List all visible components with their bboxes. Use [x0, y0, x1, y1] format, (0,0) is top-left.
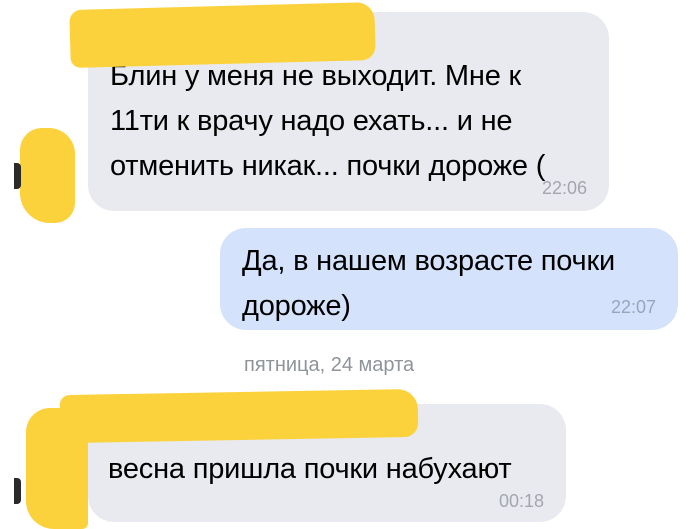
avatar-redaction	[26, 408, 88, 529]
message-text: Блин у меня не выходит. Мне к 11ти к вра…	[110, 60, 546, 182]
date-separator: пятница, 24 марта	[244, 354, 415, 376]
sender-name-redaction	[59, 388, 419, 444]
message-text: весна пришла почки набухают	[108, 453, 512, 485]
avatar-edge	[14, 478, 21, 504]
outgoing-message-bubble[interactable]: Да, в нашем возрасте почки дороже) 22:07	[220, 228, 678, 330]
message-timestamp: 22:06	[541, 178, 587, 198]
message-timestamp: 00:18	[498, 491, 544, 511]
chat-thread[interactable]: Блин у меня не выходит. Мне к 11ти к вра…	[0, 0, 700, 529]
avatar-edge	[14, 163, 21, 189]
sender-name-redaction	[69, 2, 376, 68]
message-timestamp: 22:07	[610, 297, 656, 317]
message-text: Да, в нашем возрасте почки дороже)	[242, 245, 615, 322]
avatar-redaction	[20, 128, 75, 223]
